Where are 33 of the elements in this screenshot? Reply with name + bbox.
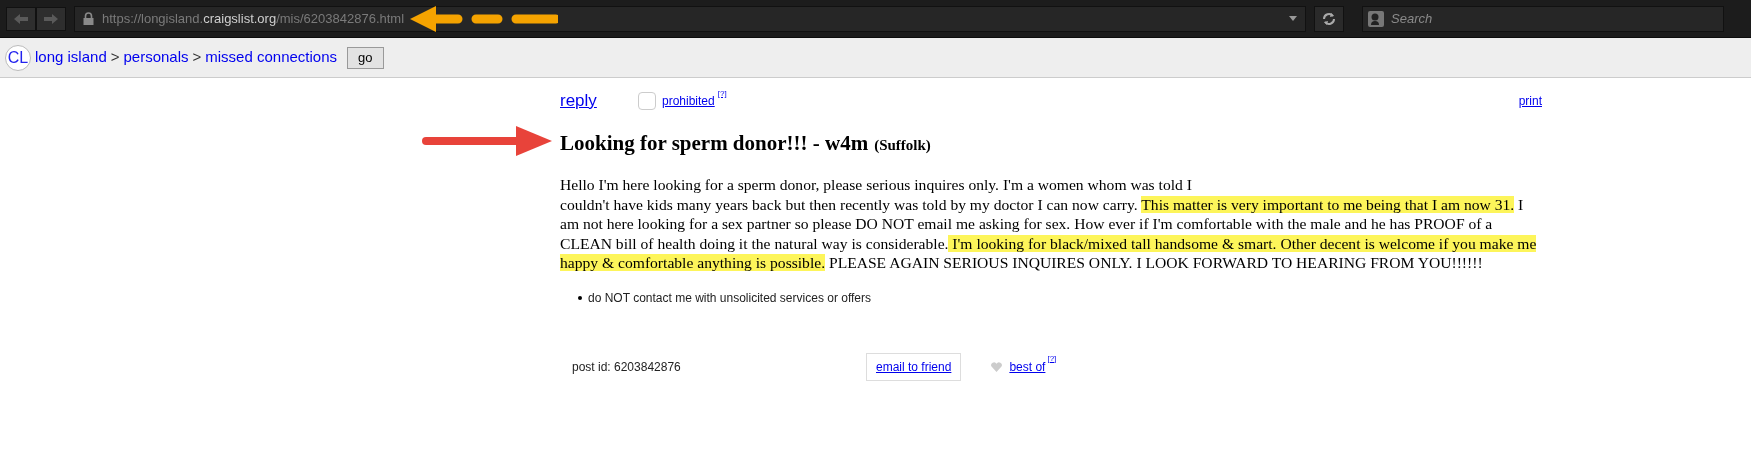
reload-icon — [1322, 11, 1336, 26]
breadcrumb-separator: > — [192, 47, 202, 68]
post-id: post id: 6203842876 — [572, 358, 682, 376]
breadcrumb-separator: > — [110, 47, 120, 68]
dropdown-caret-icon[interactable] — [1289, 16, 1297, 21]
prohibited-link[interactable]: prohibited — [662, 91, 715, 110]
search-field[interactable]: Search — [1362, 5, 1724, 32]
back-arrow-icon — [14, 13, 28, 24]
heart-icon[interactable] — [991, 361, 1003, 372]
breadcrumb-link[interactable]: missed connections — [205, 46, 338, 69]
breadcrumb-link[interactable]: personals — [123, 46, 189, 69]
reply-link[interactable]: reply — [560, 88, 638, 114]
address-bar[interactable]: https://longisland.craigslist.org/mis/6203842876.html — [74, 5, 1306, 32]
post-body: Hello I'm here looking for a sperm donor, please serious inquires only. I'm a women whom was told I couldn't have kids many years back but then recently was told by my doctor I can now carry. This matter is very important to me being that I am now 31. I am not here looking for a sex partner so please DO NOT email me asking for sex. How ever if I'm comfortable with the male and he has PROOF of a CLEAN bill of health doing it the natural way is considerable. I'm looking for black/mixed tall handsome & smart. Other decent is welcome if you make me happy & comfortable anything is possible. PLEASE AGAIN SERIOUS INQUIRES ONLY. I LOOK FORWARD TO HEARING FROM YOU!!!!!! — [560, 175, 1538, 273]
help-link[interactable]: [?] — [717, 88, 727, 100]
help-link[interactable]: [?] — [1047, 352, 1057, 365]
forward-arrow-icon — [44, 13, 58, 24]
lock-icon — [83, 12, 94, 25]
prohibited-checkbox[interactable] — [638, 91, 656, 110]
print-link[interactable]: print — [1518, 91, 1542, 110]
best-of-link[interactable]: best of — [1009, 357, 1046, 376]
post-title: Looking for sperm donor!!! - w4m — [560, 129, 869, 157]
logo[interactable]: CL — [5, 44, 31, 71]
notice-text: do NOT contact me with unsolicited services or offers — [588, 289, 871, 307]
email-to-friend-link[interactable]: email to friend — [866, 352, 962, 381]
forward-button[interactable] — [36, 6, 66, 31]
breadcrumb-link[interactable]: long island — [35, 46, 107, 69]
post-location: (Suffolk) — [874, 135, 931, 155]
url-text: https://longisland.craigslist.org/mis/6203842876.html — [102, 9, 405, 28]
bullet-icon — [578, 295, 582, 300]
go-button[interactable]: go — [347, 46, 384, 69]
back-button[interactable] — [6, 6, 36, 31]
reload-button[interactable] — [1314, 5, 1344, 32]
